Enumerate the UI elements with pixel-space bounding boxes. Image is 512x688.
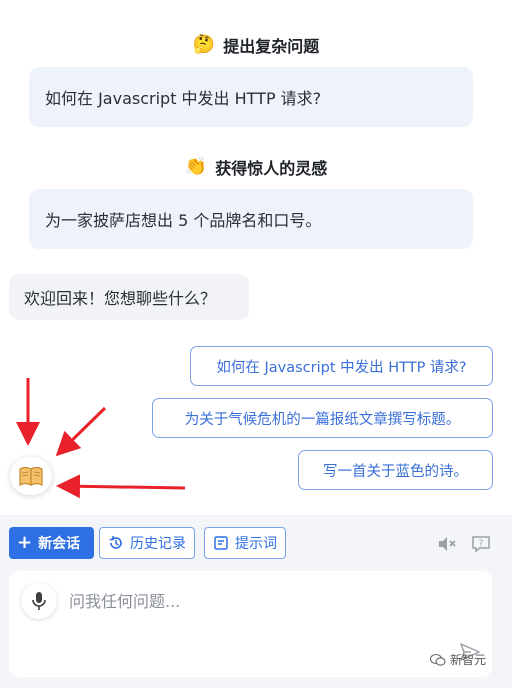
- prompts-button[interactable]: 提示词: [204, 527, 286, 559]
- feedback-icon[interactable]: ?: [471, 535, 491, 553]
- book-icon-button[interactable]: [10, 457, 52, 495]
- prompt-icon: [214, 536, 228, 550]
- thinking-face-icon: 🤔: [192, 34, 216, 55]
- section-title-inspiration: 👏 获得惊人的灵感: [0, 155, 512, 179]
- message-input-box: [9, 571, 492, 677]
- example-prompt-card[interactable]: 如何在 Javascript 中发出 HTTP 请求?: [29, 67, 473, 127]
- suggestion-text: 为关于气候危机的一篇报纸文章撰写标题。: [184, 411, 461, 428]
- section-title-complex: 🤔 提出复杂问题: [0, 33, 512, 57]
- example-prompt-card[interactable]: 为一家披萨店想出 5 个品牌名和口号。: [29, 189, 473, 249]
- mute-icon[interactable]: [437, 535, 457, 553]
- watermark-text: 新智元: [450, 653, 487, 667]
- suggestion-text: 写一首关于蓝色的诗。: [323, 463, 468, 480]
- history-icon: [109, 536, 122, 549]
- section-title-label: 获得惊人的灵感: [215, 159, 328, 178]
- suggestion-chip[interactable]: 写一首关于蓝色的诗。: [298, 450, 493, 490]
- suggestion-chip[interactable]: 为关于气候危机的一篇报纸文章撰写标题。: [152, 398, 493, 438]
- example-prompt-text: 为一家披萨店想出 5 个品牌名和口号。: [45, 211, 322, 230]
- message-input[interactable]: [69, 583, 469, 619]
- microphone-icon: [32, 592, 46, 610]
- microphone-button[interactable]: [21, 583, 57, 619]
- suggestion-text: 如何在 Javascript 中发出 HTTP 请求?: [216, 359, 467, 376]
- history-button[interactable]: 历史记录: [99, 527, 195, 559]
- book-icon: [19, 466, 43, 487]
- plus-icon: +: [17, 532, 33, 553]
- wechat-icon: [430, 653, 446, 666]
- assistant-message-text: 欢迎回来！您想聊些什么？: [24, 289, 217, 308]
- prompts-label: 提示词: [235, 536, 277, 552]
- chat-area: 🤔 提出复杂问题 如何在 Javascript 中发出 HTTP 请求? 👏 获…: [0, 0, 512, 515]
- new-chat-button[interactable]: + 新会话: [9, 527, 94, 559]
- svg-text:?: ?: [479, 539, 484, 549]
- history-label: 历史记录: [130, 536, 186, 552]
- new-chat-label: 新会话: [38, 536, 81, 552]
- watermark: 新智元: [430, 651, 486, 668]
- suggestion-chip[interactable]: 如何在 Javascript 中发出 HTTP 请求?: [190, 346, 493, 386]
- section-title-label: 提出复杂问题: [223, 37, 320, 56]
- example-prompt-text: 如何在 Javascript 中发出 HTTP 请求?: [45, 89, 322, 108]
- assistant-message: 欢迎回来！您想聊些什么？: [9, 274, 249, 320]
- clapping-hands-icon: 👏: [184, 156, 208, 177]
